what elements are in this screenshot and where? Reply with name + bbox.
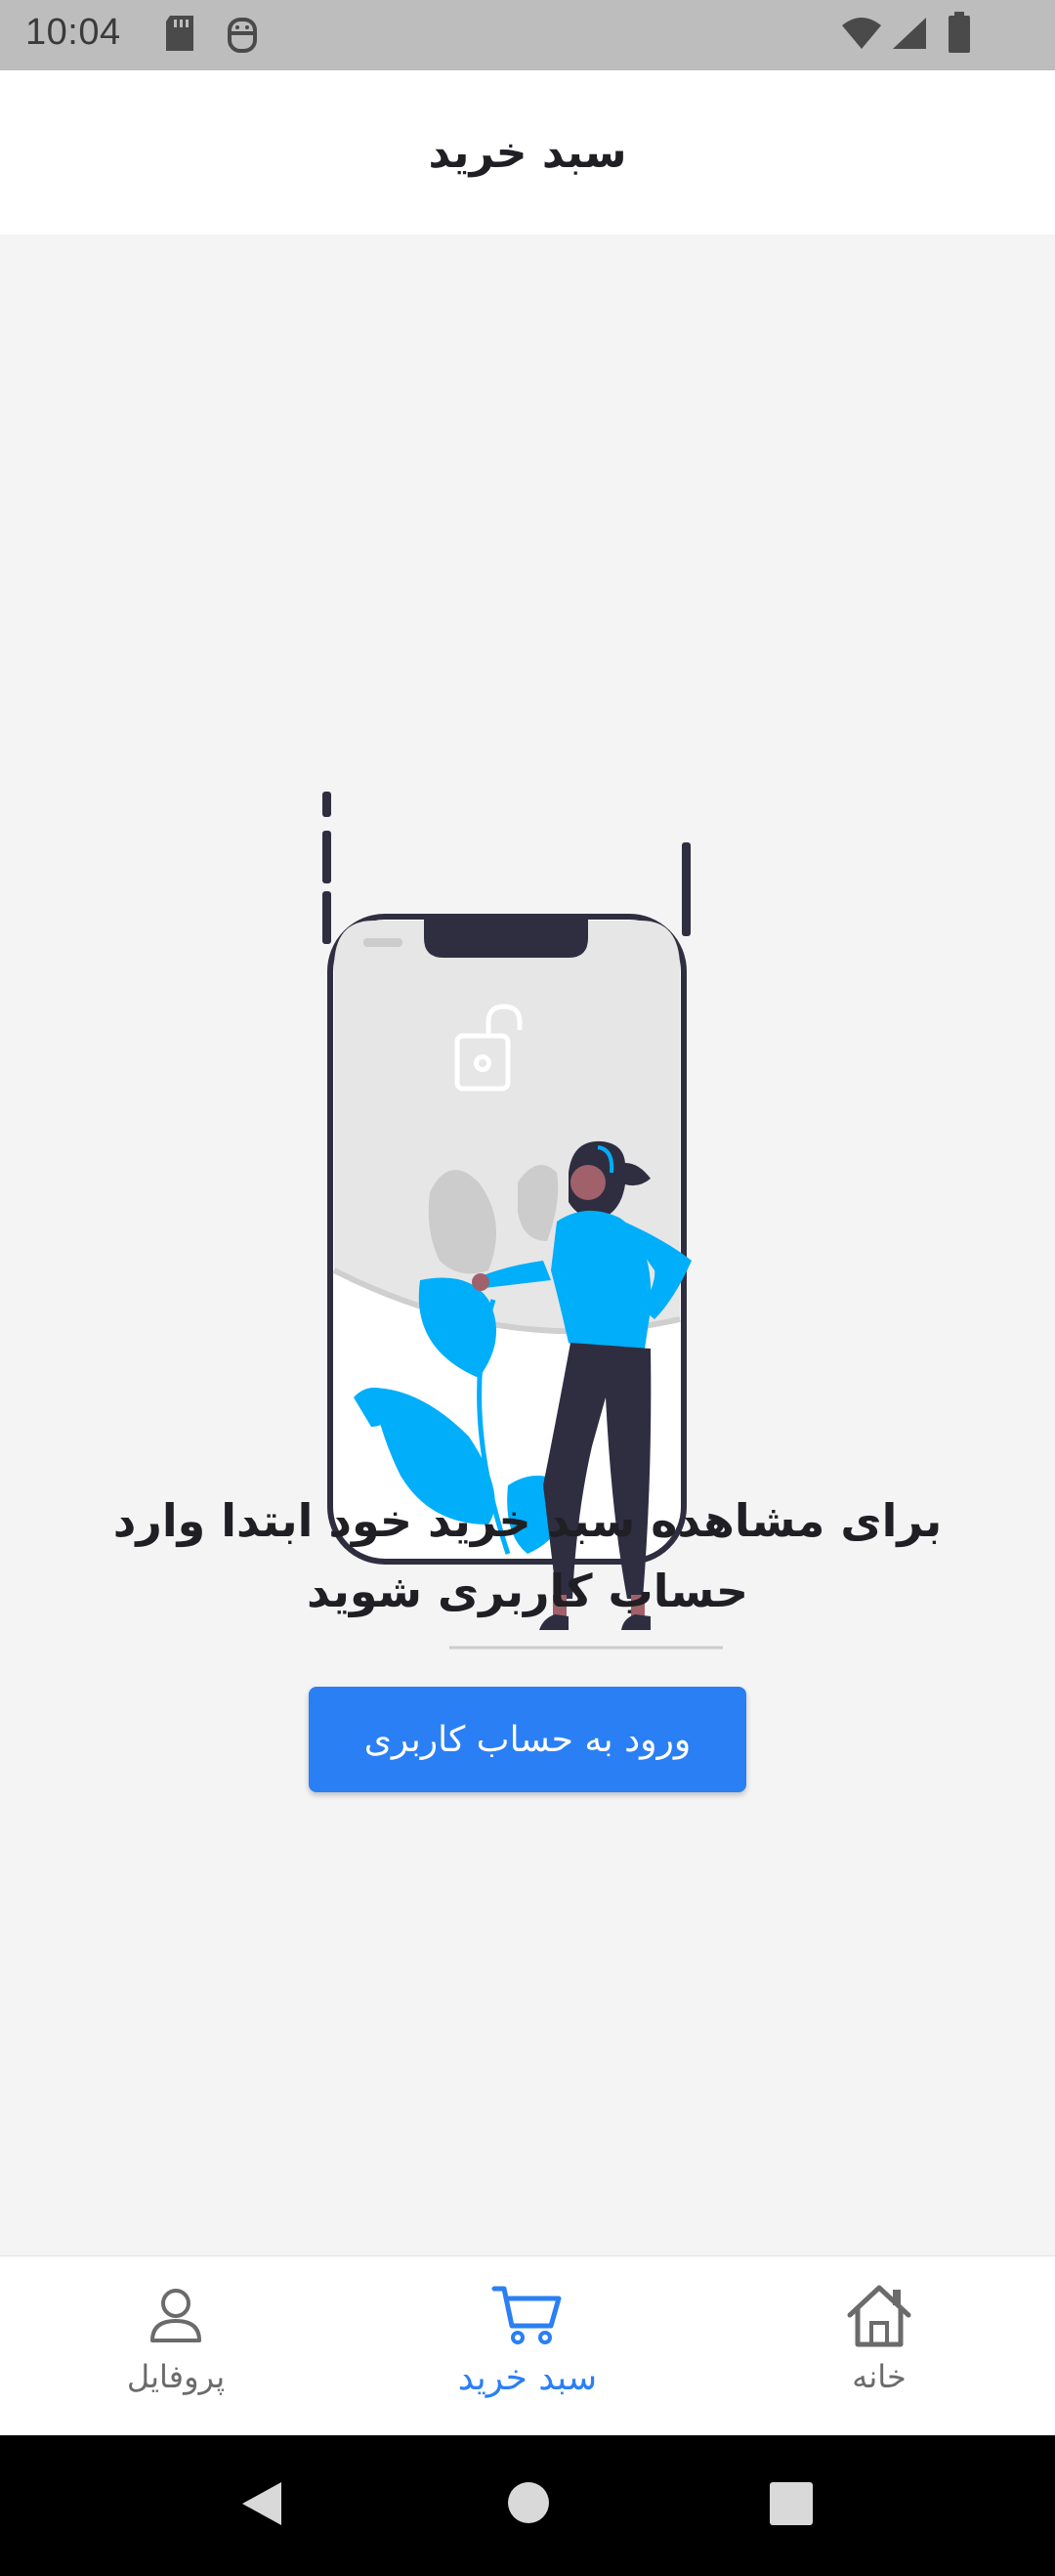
android-debug-icon	[225, 14, 260, 59]
wifi-icon	[840, 16, 883, 55]
home-icon	[844, 2278, 914, 2352]
nav-item-cart[interactable]: سبد خرید	[381, 2256, 674, 2436]
nav-item-profile[interactable]: پروفایل	[29, 2256, 322, 2436]
nav-label-cart: سبد خرید	[457, 2358, 598, 2398]
login-button[interactable]: ورود به حساب کاربری	[309, 1687, 746, 1792]
back-icon[interactable]	[238, 2478, 285, 2533]
page-title: سبد خرید	[428, 127, 627, 178]
nav-item-home[interactable]: خانه	[733, 2256, 1026, 2436]
battery-icon	[948, 12, 971, 57]
message-line-2: حساب کاربری شوید	[307, 1565, 748, 1617]
home-circle-icon[interactable]	[506, 2480, 551, 2529]
signal-icon	[891, 16, 928, 55]
nav-label-profile: پروفایل	[126, 2358, 226, 2395]
user-icon	[145, 2278, 207, 2352]
bottom-nav: پروفایل سبد خرید خانه	[0, 2255, 1055, 2435]
cart-icon	[490, 2278, 565, 2352]
status-bar: 10:04	[0, 0, 1055, 70]
main-content: برای مشاهده سبد خرید خود ابتدا وارد حساب…	[0, 235, 1055, 2255]
sd-card-icon	[162, 14, 197, 57]
recents-icon[interactable]	[770, 2482, 813, 2529]
system-nav-bar	[0, 2435, 1055, 2576]
nav-label-home: خانه	[852, 2358, 907, 2395]
message-line-1: برای مشاهده سبد خرید خود ابتدا وارد	[112, 1494, 943, 1547]
login-required-message: برای مشاهده سبد خرید خود ابتدا وارد حساب…	[88, 1485, 967, 1626]
app-bar: سبد خرید	[0, 70, 1055, 235]
status-time: 10:04	[25, 12, 121, 53]
